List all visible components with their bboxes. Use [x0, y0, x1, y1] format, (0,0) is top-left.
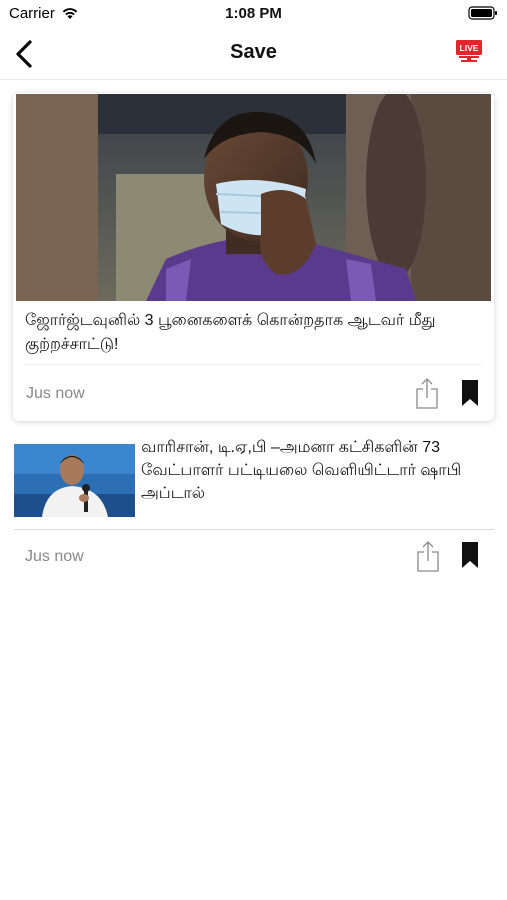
status-time: 1:08 PM: [225, 5, 282, 22]
article-thumbnail[interactable]: [14, 444, 135, 517]
share-icon[interactable]: [415, 377, 439, 409]
share-icon[interactable]: [416, 540, 440, 572]
status-bar: Carrier 1:08 PM: [0, 0, 507, 28]
article-time: Jus now: [26, 385, 85, 402]
article-time: Jus now: [25, 548, 84, 565]
list-item[interactable]: வாரிசான், டி.ஏ,பி –அமனா கட்சிகளின் 73 வே…: [0, 430, 507, 580]
article-image[interactable]: [16, 94, 491, 301]
live-label: LIVE: [460, 43, 479, 53]
nav-bar: Save LIVE: [0, 28, 507, 80]
divider: [25, 364, 482, 365]
article-title[interactable]: ஜோர்ஜ்டவுனில் 3 பூனைகளைக் கொன்றதாக ஆடவர்…: [25, 309, 480, 357]
article-title[interactable]: வாரிசான், டி.ஏ,பி –அமனா கட்சிகளின் 73 வே…: [141, 436, 491, 505]
live-tv-icon[interactable]: LIVE: [455, 39, 483, 65]
bookmark-icon[interactable]: [462, 380, 478, 406]
article-card[interactable]: ஜோர்ஜ்டவுனில் 3 பூனைகளைக் கொன்றதாக ஆடவர்…: [13, 93, 494, 421]
page-title: Save: [230, 41, 277, 63]
divider: [14, 529, 494, 530]
battery-icon: [468, 6, 497, 20]
bookmark-icon[interactable]: [462, 542, 478, 568]
